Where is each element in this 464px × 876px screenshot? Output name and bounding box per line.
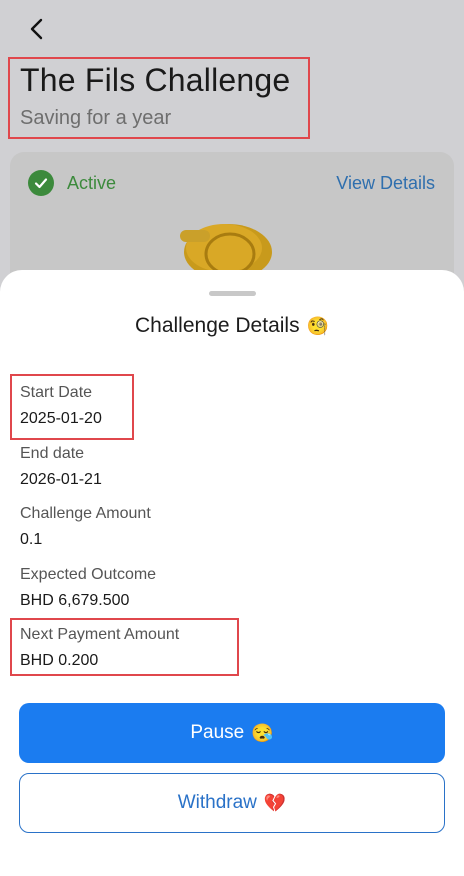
back-button[interactable] (22, 14, 52, 44)
next-payment-value: BHD 0.200 (20, 652, 99, 669)
page-title: The Fils Challenge (20, 62, 291, 98)
start-date-value: 2025-01-20 (20, 410, 102, 427)
withdraw-button-label: Withdraw (177, 792, 257, 813)
sheet-title-text: Challenge Details (134, 314, 300, 337)
end-date-value: 2026-01-21 (20, 471, 102, 488)
broken-heart-icon: 💔 (263, 793, 287, 813)
pause-button[interactable]: Pause 😪 (19, 703, 445, 763)
chevron-left-icon (30, 18, 43, 40)
expected-outcome-label: Expected Outcome (20, 566, 157, 583)
challenge-details-sheet: Challenge Details 🧐 Start Date 2025-01-20… (0, 270, 464, 876)
page-subtitle: Saving for a year (20, 107, 172, 129)
withdraw-button[interactable]: Withdraw 💔 (19, 773, 445, 833)
pause-button-label: Pause (190, 722, 245, 743)
sleepy-face-icon: 😪 (251, 723, 274, 743)
check-circle-icon (28, 170, 54, 196)
monocle-face-icon: 🧐 (306, 316, 330, 336)
challenge-amount-value: 0.1 (20, 531, 43, 548)
view-details-link[interactable]: View Details (336, 173, 435, 194)
next-payment-label: Next Payment Amount (20, 626, 180, 643)
expected-outcome-value: BHD 6,679.500 (20, 592, 130, 609)
end-date-label: End date (20, 445, 85, 462)
start-date-label: Start Date (20, 384, 93, 401)
sheet-grabber[interactable] (209, 291, 256, 296)
coin-stack-icon (180, 224, 272, 272)
status-label: Active (67, 173, 117, 193)
sheet-title: Challenge Details 🧐 (0, 314, 464, 338)
challenge-amount-label: Challenge Amount (20, 505, 151, 522)
